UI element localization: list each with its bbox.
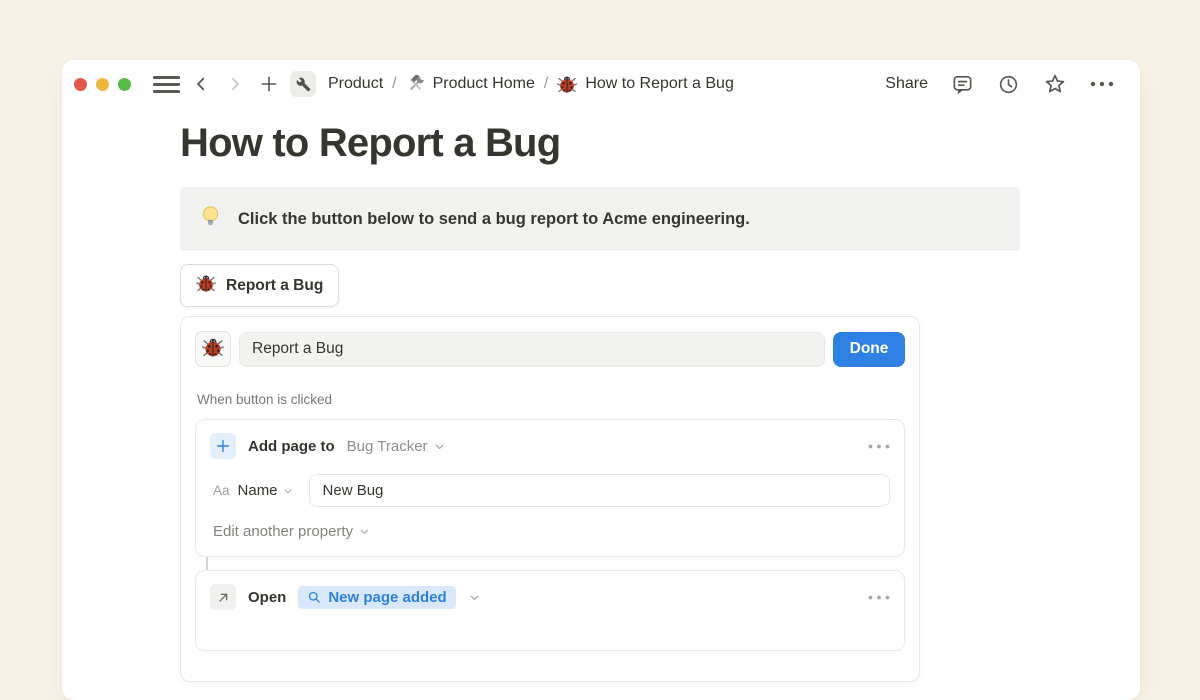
callout-block: Click the button below to send a bug rep… — [180, 187, 1020, 251]
done-button[interactable]: Done — [833, 332, 905, 367]
favorite-button[interactable] — [1043, 72, 1067, 96]
breadcrumb-item-product-home[interactable]: Product Home — [402, 73, 539, 96]
chevron-right-icon — [226, 75, 244, 93]
chevron-down-icon — [433, 440, 446, 453]
ellipsis-icon — [1090, 81, 1114, 87]
step-card-add-page: Add page to Bug Tracker Aa Name — [195, 419, 905, 557]
button-editor-panel: Done When button is clicked Add page to … — [180, 316, 920, 682]
step-action-label: Open — [248, 589, 286, 606]
chevron-down-icon[interactable] — [468, 591, 481, 604]
breadcrumb-item-current-page[interactable]: How to Report a Bug — [553, 72, 738, 96]
comment-icon — [951, 73, 974, 96]
breadcrumb-separator: / — [544, 75, 548, 93]
zoom-window-button[interactable] — [118, 78, 131, 91]
open-page-icon — [210, 584, 236, 610]
wrench-icon — [296, 77, 311, 92]
new-page-button[interactable] — [256, 71, 282, 97]
topbar-actions: Share — [885, 72, 1114, 96]
callout-text: Click the button below to send a bug rep… — [238, 210, 750, 229]
step-more-options-button[interactable] — [868, 595, 890, 600]
star-icon — [1043, 72, 1067, 96]
step-connector — [206, 557, 905, 570]
window-controls — [74, 78, 131, 91]
button-icon-picker[interactable] — [195, 331, 231, 367]
top-bar: Product / Product Home / How to Report a… — [62, 60, 1140, 108]
ladybug-icon — [196, 273, 216, 298]
breadcrumb-separator: / — [392, 75, 396, 93]
hammer-wrench-icon — [406, 75, 425, 94]
breadcrumb-page-icon-box[interactable] — [290, 71, 316, 97]
ladybug-icon — [557, 74, 577, 94]
more-options-button[interactable] — [1090, 81, 1114, 87]
add-page-icon — [210, 433, 236, 459]
trigger-section-label: When button is clicked — [197, 392, 905, 407]
breadcrumb-item-product[interactable]: Product — [324, 73, 387, 95]
sidebar-menu-icon[interactable] — [153, 76, 180, 93]
plus-icon — [215, 438, 231, 454]
text-property-type-icon: Aa — [213, 483, 230, 498]
step-action-label: Add page to — [248, 438, 335, 455]
report-a-bug-button[interactable]: Report a Bug — [180, 264, 339, 307]
back-button[interactable] — [188, 71, 214, 97]
comments-button[interactable] — [951, 73, 974, 96]
chevron-down-icon — [282, 485, 294, 497]
ellipsis-icon — [868, 444, 890, 449]
close-window-button[interactable] — [74, 78, 87, 91]
property-name-select[interactable]: Name — [238, 482, 294, 499]
edit-another-property-button[interactable]: Edit another property — [213, 523, 890, 540]
step-card-open: Open New page added — [195, 570, 905, 651]
lightbulb-icon — [198, 204, 223, 234]
page-content: How to Report a Bug Click the button bel… — [62, 121, 1140, 682]
target-database-select[interactable]: Bug Tracker — [347, 438, 446, 455]
app-window: Product / Product Home / How to Report a… — [62, 60, 1140, 700]
page-title: How to Report a Bug — [180, 121, 1140, 166]
open-target-chip[interactable]: New page added — [298, 586, 455, 609]
ladybug-icon — [202, 336, 224, 363]
editor-header: Done — [195, 331, 905, 367]
arrow-up-right-icon — [216, 590, 231, 605]
minimize-window-button[interactable] — [96, 78, 109, 91]
share-button[interactable]: Share — [885, 75, 928, 93]
forward-button[interactable] — [222, 71, 248, 97]
ellipsis-icon — [868, 595, 890, 600]
plus-icon — [259, 74, 279, 94]
history-button[interactable] — [997, 73, 1020, 96]
clock-icon — [997, 73, 1020, 96]
breadcrumb: Product / Product Home / How to Report a… — [324, 72, 738, 96]
property-row: Aa Name — [210, 474, 890, 507]
magnifier-icon — [307, 590, 322, 605]
step-more-options-button[interactable] — [868, 444, 890, 449]
chevron-left-icon — [192, 75, 210, 93]
chevron-down-icon — [358, 525, 371, 538]
property-value-input[interactable] — [309, 474, 890, 507]
button-name-input[interactable] — [239, 332, 825, 367]
